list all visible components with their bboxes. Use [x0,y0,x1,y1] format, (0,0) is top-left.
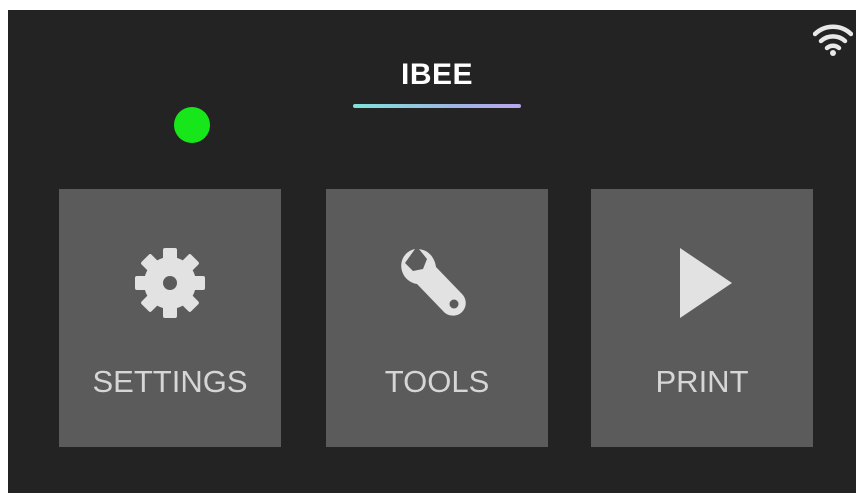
printer-home-screen: IBEE SETTINGS TOOLS PRINT [8,10,856,493]
print-button[interactable]: PRINT [591,189,813,447]
tools-button[interactable]: TOOLS [326,189,548,447]
tools-label: TOOLS [384,364,490,399]
settings-button[interactable]: SETTINGS [59,189,281,447]
wifi-icon [813,24,853,56]
print-label: PRINT [655,364,749,399]
settings-label: SETTINGS [92,364,248,399]
play-icon [680,248,732,318]
page-title: IBEE [400,58,474,91]
wrench-icon [401,249,466,316]
status-indicator [174,107,210,143]
gear-icon [135,248,205,318]
title-underline [353,104,521,108]
